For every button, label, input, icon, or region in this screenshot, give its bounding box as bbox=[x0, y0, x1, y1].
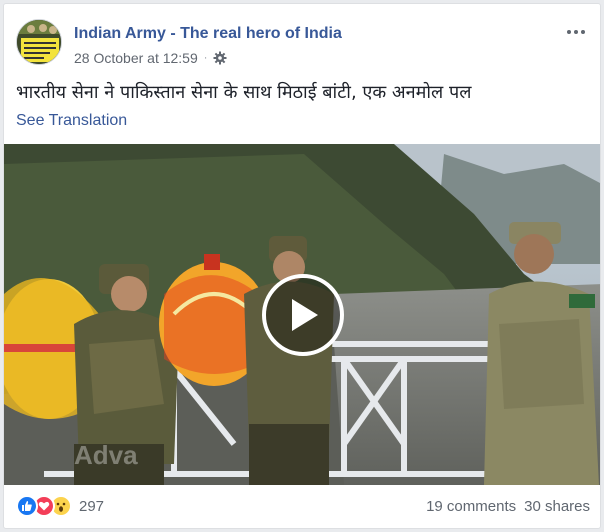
like-icon bbox=[16, 495, 38, 517]
engagement-counts: 19 comments 30 shares bbox=[426, 498, 590, 515]
shares-count-link[interactable]: 30 shares bbox=[524, 498, 590, 515]
see-translation-link[interactable]: See Translation bbox=[16, 112, 127, 130]
video-watermark: Adva bbox=[74, 440, 138, 470]
gear-icon[interactable] bbox=[213, 51, 227, 65]
video-player[interactable]: Adva bbox=[4, 144, 600, 485]
post-header: Indian Army - The real hero of India 28 … bbox=[16, 16, 588, 66]
page-avatar[interactable] bbox=[16, 19, 62, 65]
more-dot-icon bbox=[581, 30, 585, 34]
more-dot-icon bbox=[567, 30, 571, 34]
meta-separator: · bbox=[203, 52, 208, 64]
post-card: Indian Army - The real hero of India 28 … bbox=[3, 3, 601, 529]
post-text: भारतीय सेना ने पाकिस्तान सेना के साथ मिठ… bbox=[16, 82, 472, 103]
post-timestamp[interactable]: 28 October at 12:59 bbox=[74, 50, 198, 66]
reaction-count: 297 bbox=[79, 497, 105, 515]
more-dot-icon bbox=[574, 30, 578, 34]
play-button[interactable] bbox=[262, 274, 344, 356]
play-icon bbox=[292, 299, 318, 331]
page-name-link[interactable]: Indian Army - The real hero of India bbox=[74, 25, 342, 43]
more-options-button[interactable] bbox=[564, 22, 588, 42]
comments-count-link[interactable]: 19 comments bbox=[426, 498, 516, 515]
post-meta: 28 October at 12:59 · bbox=[74, 50, 227, 66]
post-footer: 297 19 comments 30 shares bbox=[4, 485, 600, 528]
reactions-summary[interactable]: 297 bbox=[16, 495, 104, 517]
